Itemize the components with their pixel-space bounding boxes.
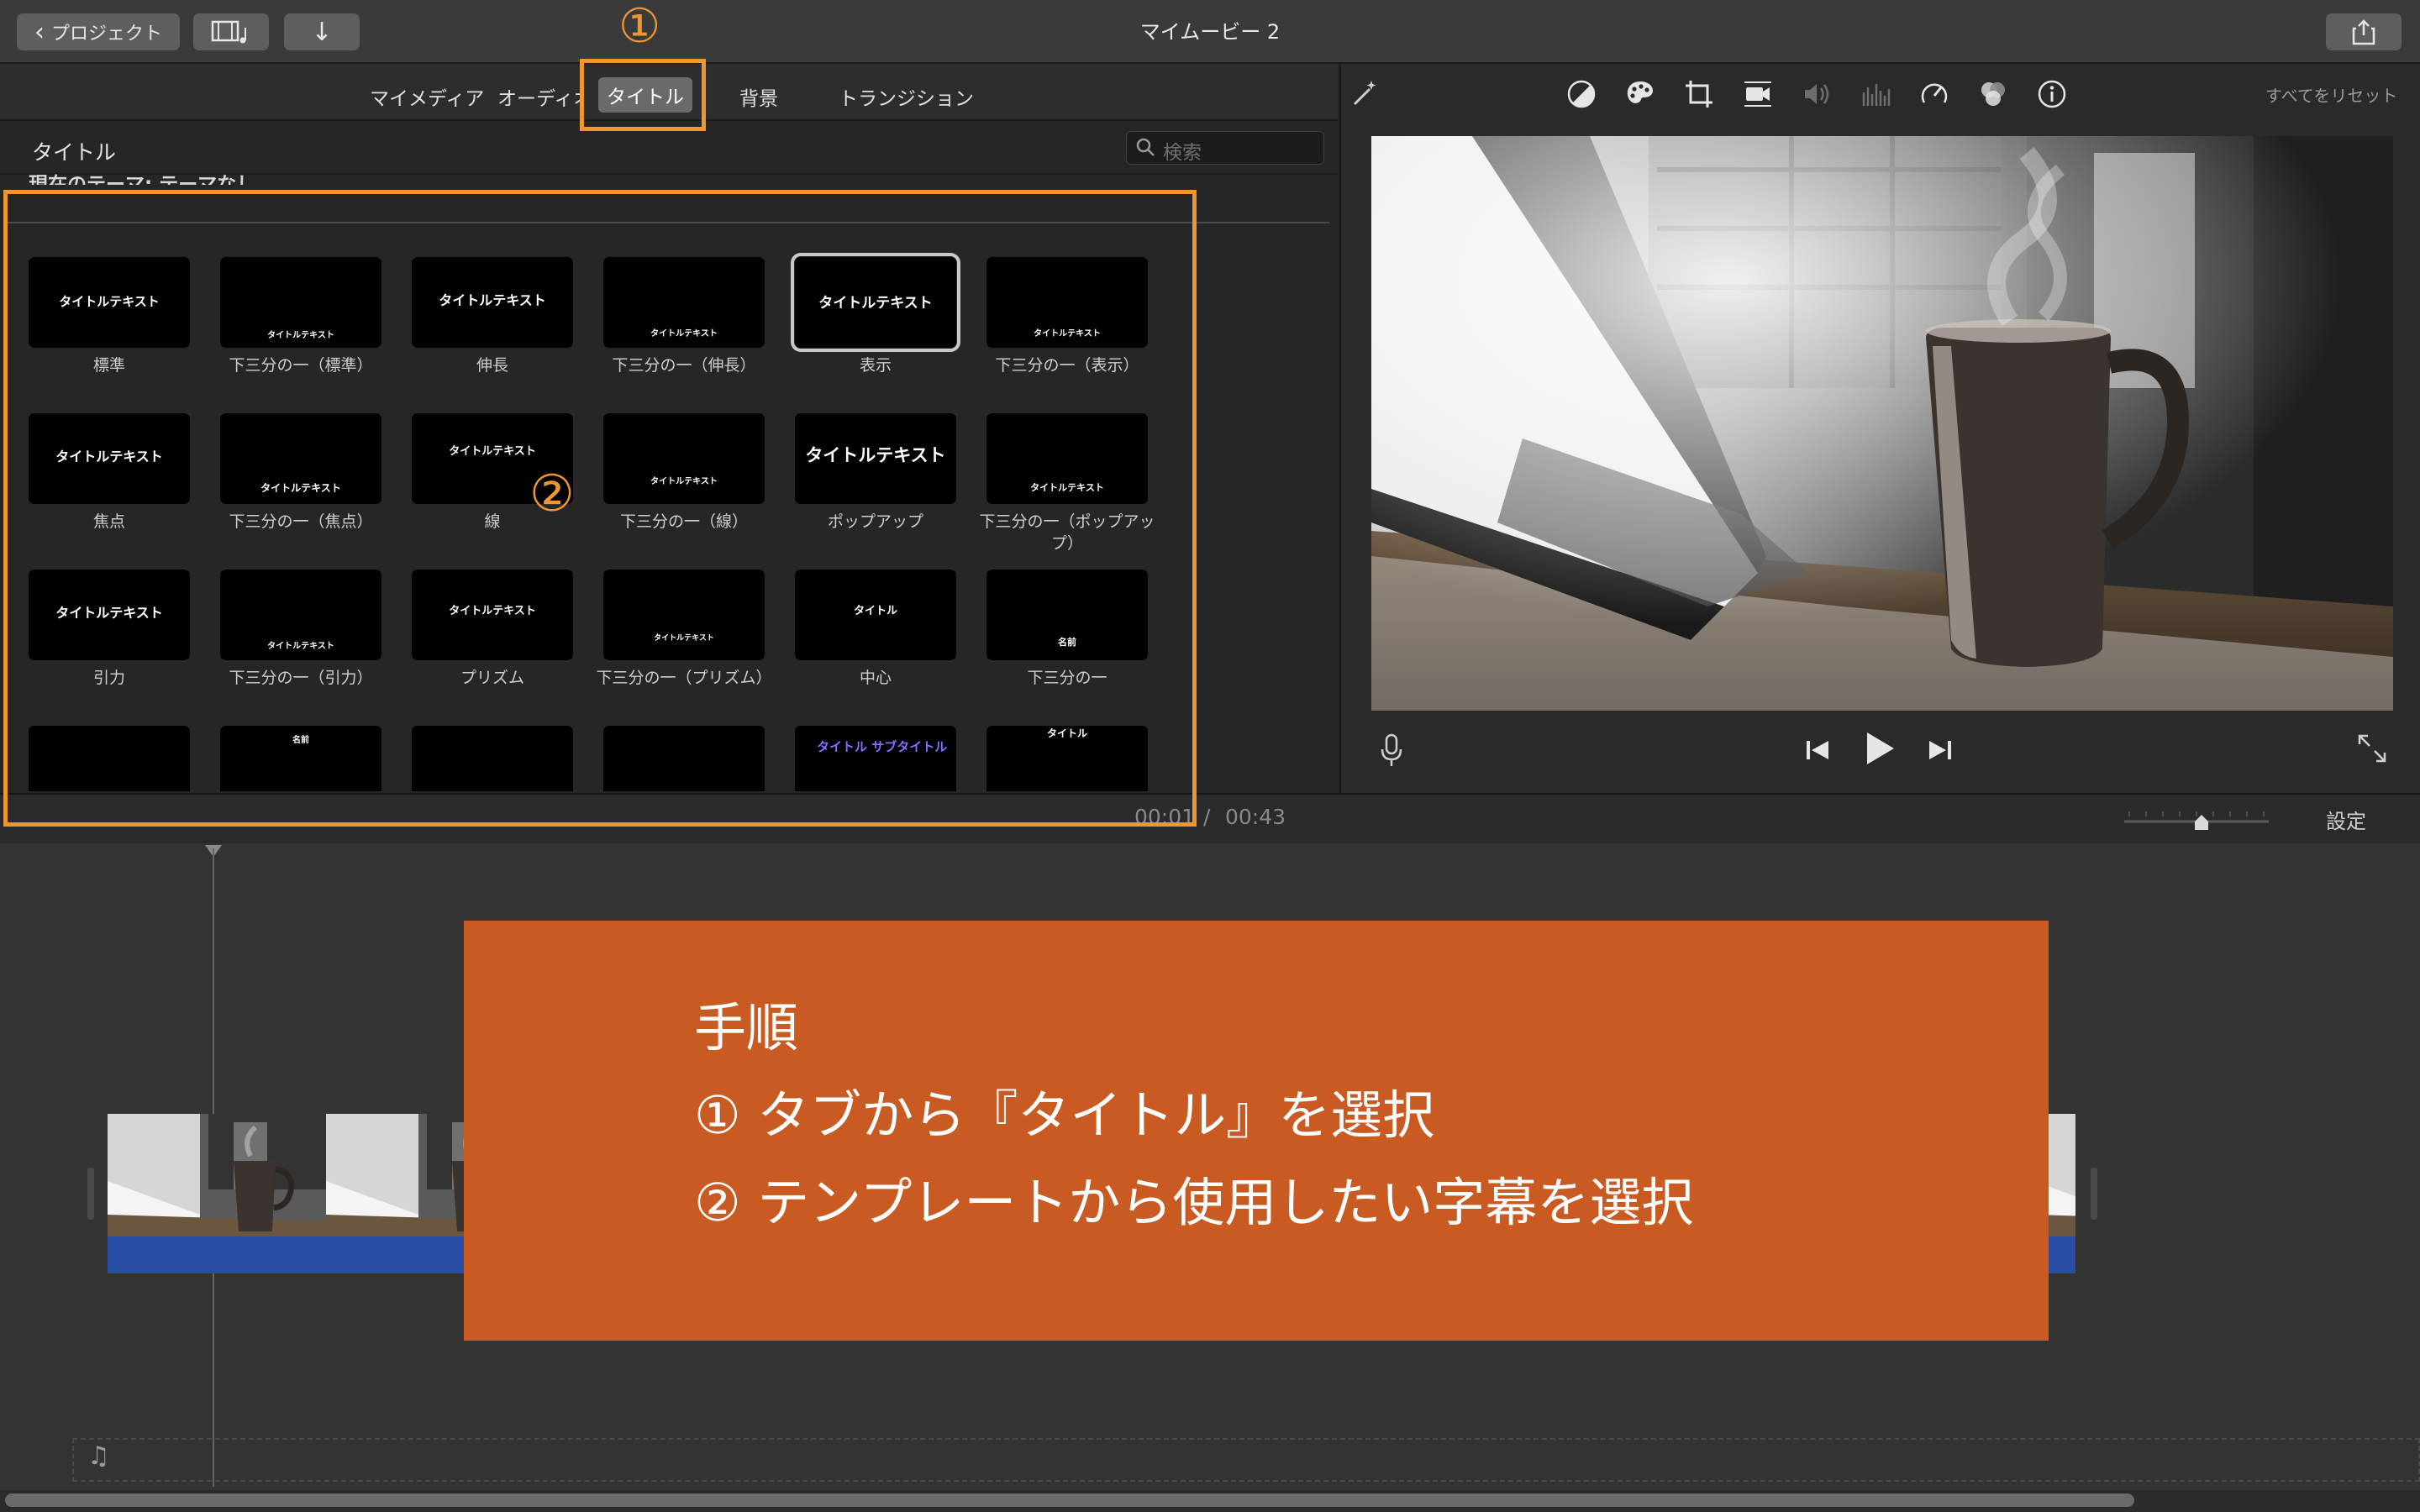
- time-separator: /: [1203, 805, 1211, 829]
- clip-trim-handle-left[interactable]: [87, 1168, 94, 1220]
- color-balance-icon[interactable]: [1565, 77, 1598, 111]
- tab-transitions[interactable]: トランジション: [839, 82, 974, 111]
- instruction-step-2: ② テンプレートから使用したい字幕を選択: [694, 1172, 1694, 1233]
- fullscreen-icon[interactable]: [2356, 732, 2388, 764]
- video-preview: [1371, 136, 2393, 711]
- search-icon: [1136, 138, 1155, 156]
- music-note-icon: ♫: [87, 1441, 110, 1471]
- search-placeholder: 検索: [1163, 142, 1202, 164]
- tab-backgrounds[interactable]: 背景: [739, 82, 778, 111]
- reset-all-button[interactable]: すべてをリセット: [2265, 82, 2397, 107]
- highlight-template-grid: [3, 190, 1197, 827]
- marker-1: ①: [618, 0, 661, 54]
- clip-trim-handle-right[interactable]: [2091, 1168, 2097, 1220]
- window-title: マイムービー 2: [1139, 20, 1281, 44]
- instruction-text: 手順 ① タブから『タイトル』を選択 ② テンプレートから使用したい字幕を選択: [694, 984, 1693, 1247]
- instruction-heading: 手順: [694, 997, 799, 1058]
- skip-forward-icon[interactable]: [1926, 738, 1954, 763]
- instruction-step-1: ① タブから『タイトル』を選択: [694, 1084, 1435, 1146]
- microphone-icon[interactable]: [1376, 732, 1407, 768]
- tab-audio[interactable]: オーディオ: [497, 82, 581, 111]
- palette-icon[interactable]: [1623, 77, 1657, 111]
- clip-thumbnail: [108, 1114, 326, 1236]
- filter-icon[interactable]: [1976, 77, 2010, 111]
- highlight-titles-tab: [580, 59, 706, 131]
- stabilization-icon[interactable]: [1741, 77, 1775, 111]
- settings-button[interactable]: 設定: [2326, 805, 2366, 834]
- total-time: 00:43: [1225, 805, 1286, 829]
- skip-back-icon[interactable]: [1803, 738, 1832, 763]
- play-icon[interactable]: [1860, 729, 1897, 768]
- coffee-mug-photo: [1371, 136, 2393, 711]
- info-icon[interactable]: [2035, 77, 2069, 111]
- crop-icon[interactable]: [1682, 77, 1716, 111]
- zoom-slider-handle: [2195, 815, 2208, 830]
- magic-wand-icon[interactable]: [1348, 77, 1381, 111]
- background-music-lane[interactable]: [72, 1438, 2420, 1482]
- scrollbar-thumb[interactable]: [5, 1494, 2134, 1507]
- volume-icon[interactable]: [1800, 77, 1833, 111]
- share-icon: [2352, 19, 2375, 45]
- equalizer-icon[interactable]: [1859, 77, 1892, 111]
- zoom-slider[interactable]: [2121, 805, 2272, 833]
- marker-2: ②: [529, 465, 575, 523]
- current-theme-label: 現在のテーマ: テーマなし: [29, 174, 256, 185]
- tab-my-media[interactable]: マイメディア: [370, 82, 484, 111]
- browser-section-title: タイトル: [32, 140, 117, 165]
- share-button[interactable]: [2326, 13, 2402, 50]
- speed-icon[interactable]: [1918, 77, 1951, 111]
